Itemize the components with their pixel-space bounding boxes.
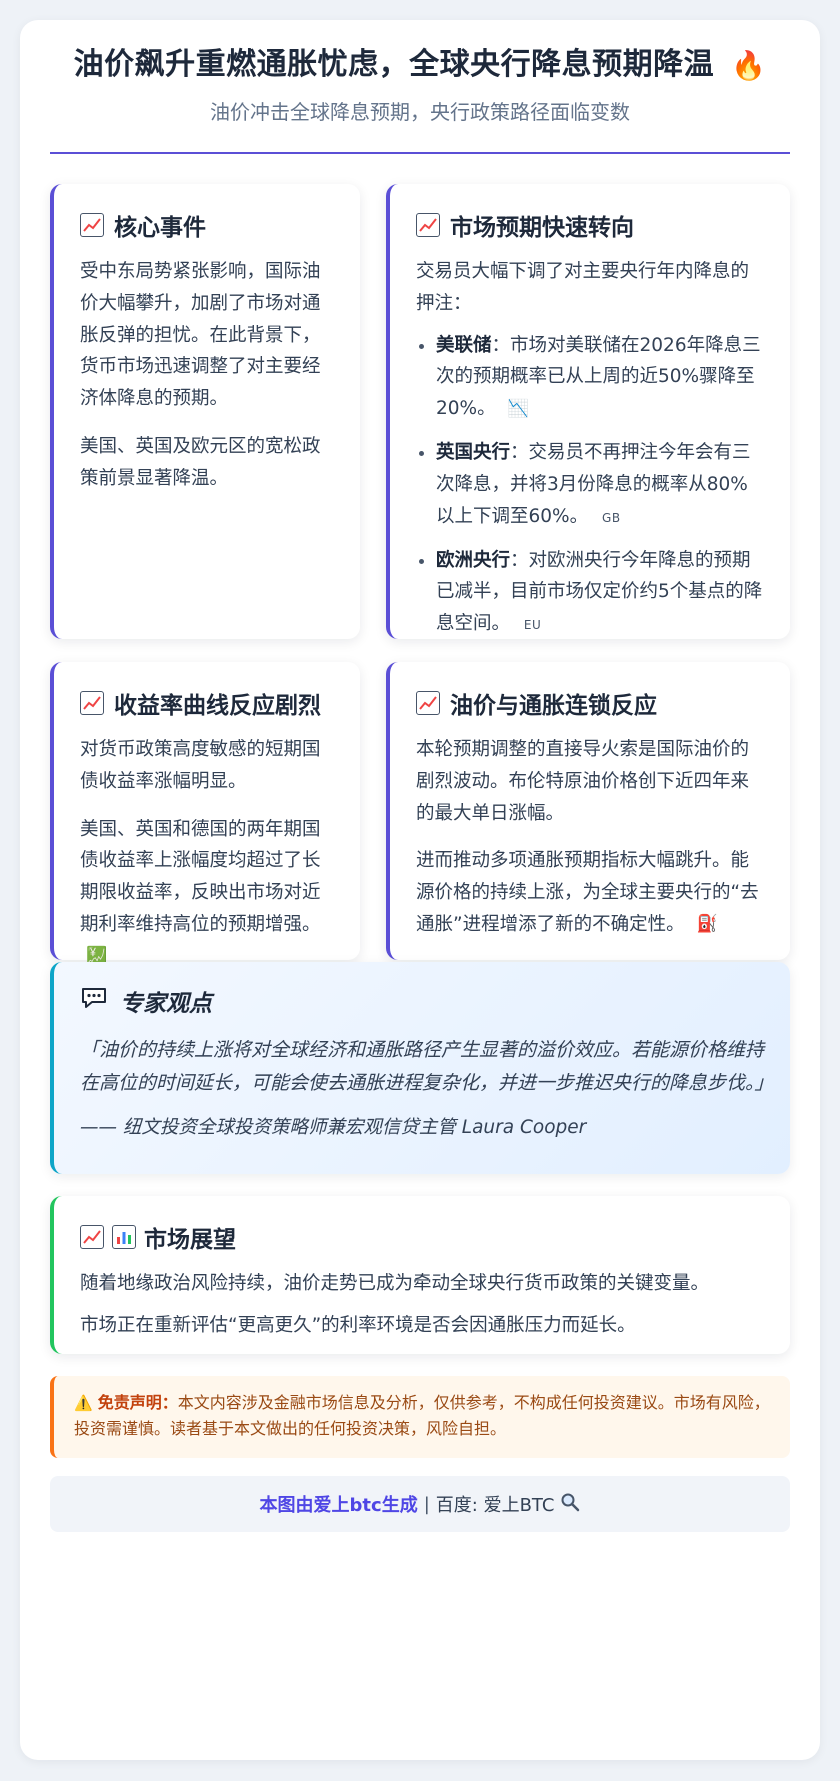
list-item-ecb: 欧洲央行：对欧洲央行今年降息的预期已减半，目前市场仅定价约5个基点的降息空间。 … (436, 545, 764, 640)
core-event-title: 核心事件 (114, 215, 206, 241)
ecb-label: 欧洲央行 (436, 549, 511, 571)
header-divider (50, 152, 790, 154)
chart-down-icon: 📉 (507, 398, 529, 419)
outlook-heading: 市场展望 (80, 1220, 764, 1254)
expert-heading: 专家观点 (80, 984, 764, 1018)
market-shift-intro: 交易员大幅下调了对主要央行年内降息的押注： (416, 261, 750, 314)
core-event-paragraph-1: 受中东局势紧张影响，国际油价大幅攀升，加剧了市场对通胀反弹的担忧。在此背景下，货… (80, 261, 321, 410)
fuel-pump-icon: ⛽ (696, 914, 718, 935)
disclaimer-text: 本文内容涉及金融市场信息及分析，仅供参考，不构成任何投资建议。市场有风险，投资需… (74, 1393, 770, 1439)
yield-curve-paragraph-2-text: 美国、英国和德国的两年期国债收益率上涨幅度均超过了长期限收益率，反映出市场对近期… (80, 818, 321, 936)
yield-curve-card: 收益率曲线反应剧烈 对货币政策高度敏感的短期国债收益率涨幅明显。 美国、英国和德… (50, 662, 360, 966)
core-event-heading: 核心事件 (80, 208, 334, 242)
oil-inflation-heading: 油价与通胀连锁反应 (416, 686, 764, 720)
footer-text: 百度: 爱上BTC (435, 1495, 555, 1516)
bar-chart-icon (112, 1225, 136, 1249)
footer-brand: 本图由爱上btc生成 (259, 1495, 418, 1516)
header: 油价飙升重燃通胀忧虑，全球央行降息预期降温 🔥 油价冲击全球降息预期，央行政策路… (20, 46, 820, 125)
outlook-paragraph-2: 市场正在重新评估“更高更久”的利率环境是否会因通胀压力而延长。 (80, 1314, 636, 1336)
outlook-paragraph-1: 随着地缘政治风险持续，油价走势已成为牵动全球央行货币政策的关键变量。 (80, 1273, 710, 1294)
expert-author: —— 纽文投资全球投资策略师兼宏观信贷主管 Laura Cooper (80, 1117, 587, 1139)
chart-up-icon (80, 691, 104, 715)
page-title-text: 油价飙升重燃通胀忧虑，全球央行降息预期降温 (73, 47, 715, 82)
chart-up-icon (416, 213, 440, 237)
page-title: 油价飙升重燃通胀忧虑，全球央行降息预期降温 🔥 (20, 46, 820, 84)
expert-quote: 「油价的持续上涨将对全球经济和通胀路径产生显著的溢价效应。若能源价格维持在高位的… (80, 1039, 774, 1094)
chart-up-icon (80, 1225, 104, 1249)
oil-inflation-paragraph-2: 进而推动多项通胀预期指标大幅跳升。能源价格的持续上涨，为全球主要央行的“去通胀”… (416, 845, 764, 940)
market-shift-title: 市场预期快速转向 (450, 215, 634, 241)
chart-up-icon (80, 213, 104, 237)
outlook-title: 市场展望 (144, 1227, 236, 1253)
market-shift-heading: 市场预期快速转向 (416, 208, 764, 242)
gb-flag-icon: GB (602, 510, 621, 525)
fed-label: 美联储 (436, 334, 492, 356)
page: 油价飙升重燃通胀忧虑，全球央行降息预期降温 🔥 油价冲击全球降息预期，央行政策路… (20, 20, 820, 1760)
expert-title: 专家观点 (120, 991, 212, 1017)
yield-curve-heading: 收益率曲线反应剧烈 (80, 686, 334, 720)
list-item-fed: 美联储：市场对美联储在2026年降息三次的预期概率已从上周的近50%骤降至20%… (436, 330, 764, 425)
warning-icon: ⚠️ (74, 1394, 93, 1412)
expert-opinion-card: 专家观点 「油价的持续上涨将对全球经济和通胀路径产生显著的溢价效应。若能源价格维… (50, 962, 790, 1174)
core-event-card: 核心事件 受中东局势紧张影响，国际油价大幅攀升，加剧了市场对通胀反弹的担忧。在此… (50, 184, 360, 639)
yield-curve-paragraph-1: 对货币政策高度敏感的短期国债收益率涨幅明显。 (80, 739, 321, 792)
market-shift-card: 市场预期快速转向 交易员大幅下调了对主要央行年内降息的押注： 美联储：市场对美联… (386, 184, 790, 639)
footer: 本图由爱上btc生成 | 百度: 爱上BTC (50, 1476, 790, 1532)
fire-icon: 🔥 (731, 49, 767, 82)
oil-inflation-paragraph-1: 本轮预期调整的直接导火索是国际油价的剧烈波动。布伦特原油价格创下近四年来的最大单… (416, 739, 750, 824)
core-event-paragraph-2: 美国、英国及欧元区的宽松政策前景显著降温。 (80, 436, 321, 489)
eu-flag-icon: EU (523, 618, 542, 633)
disclaimer-label: 免责声明： (97, 1393, 178, 1412)
chart-up-icon (416, 691, 440, 715)
boe-label: 英国央行 (436, 442, 511, 464)
speech-bubble-icon (80, 986, 108, 1016)
market-outlook-card: 市场展望 随着地缘政治风险持续，油价走势已成为牵动全球央行货币政策的关键变量。 … (50, 1196, 790, 1354)
page-subtitle: 油价冲击全球降息预期，央行政策路径面临变数 (210, 99, 630, 124)
magnifier-icon (560, 1492, 580, 1517)
oil-inflation-card: 油价与通胀连锁反应 本轮预期调整的直接导火索是国际油价的剧烈波动。布伦特原油价格… (386, 662, 790, 960)
central-bank-list: 美联储：市场对美联储在2026年降息三次的预期概率已从上周的近50%骤降至20%… (416, 330, 764, 640)
disclaimer-box: ⚠️ 免责声明：本文内容涉及金融市场信息及分析，仅供参考，不构成任何投资建议。市… (50, 1376, 790, 1458)
oil-inflation-title: 油价与通胀连锁反应 (450, 693, 657, 719)
footer-separator: | (423, 1493, 430, 1515)
list-item-boe: 英国央行：交易员不再押注今年会有三次降息，并将3月份降息的概率从80%以上下调至… (436, 437, 764, 532)
yield-curve-title: 收益率曲线反应剧烈 (114, 693, 321, 719)
yield-curve-paragraph-2: 美国、英国和德国的两年期国债收益率上涨幅度均超过了长期限收益率，反映出市场对近期… (80, 814, 334, 973)
